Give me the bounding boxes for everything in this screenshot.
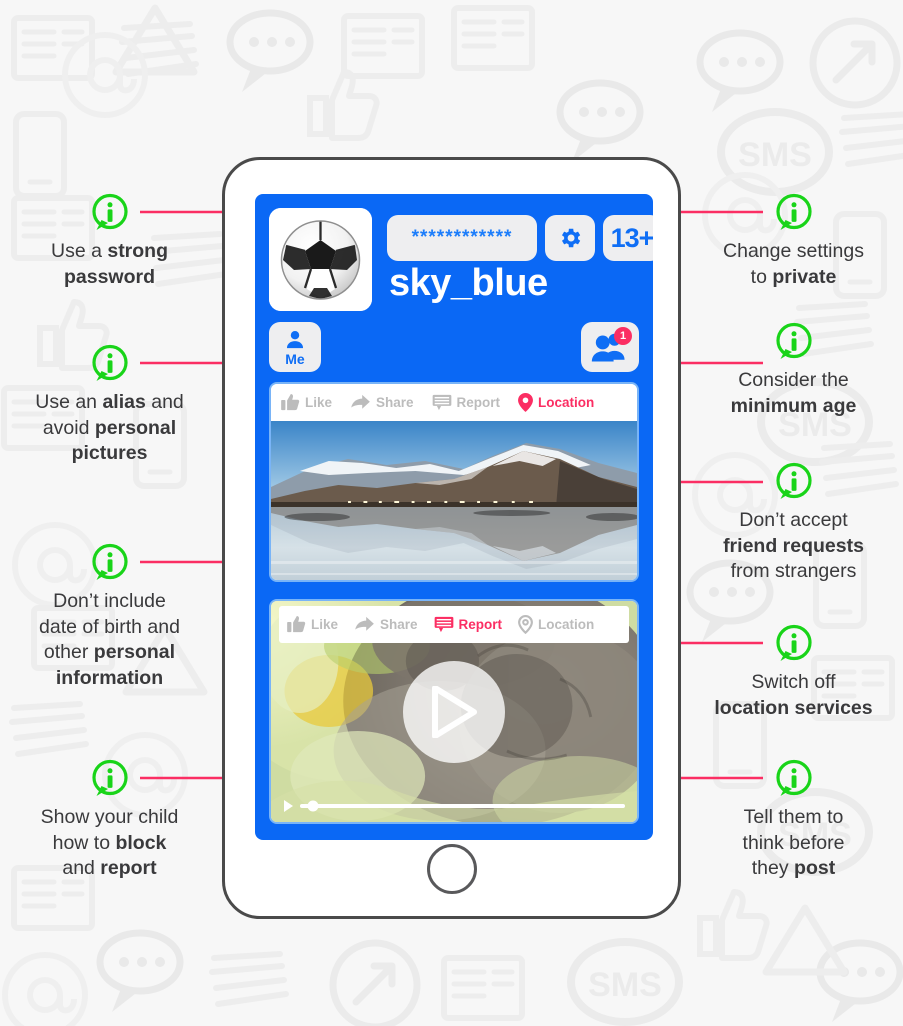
person-icon — [286, 330, 304, 349]
location-button[interactable]: Location — [518, 615, 594, 634]
tip-block-and-report: Show your child how to block and report — [2, 759, 217, 882]
tip-personal-information: Don’t include date of birth and other pers… — [2, 543, 217, 692]
report-button[interactable]: Report — [432, 394, 501, 411]
report-label: Report — [456, 395, 501, 410]
avatar[interactable] — [269, 208, 372, 311]
tip-think-before-post-text: Tell them to think before they post — [742, 806, 845, 880]
info-speech-bubble-icon — [91, 344, 128, 381]
app-screen: ************ 13+ sky_blue Me 1 Like Shar… — [255, 194, 653, 840]
me-button-label: Me — [285, 351, 305, 367]
location-label: Location — [538, 395, 595, 410]
info-speech-bubble-icon — [91, 193, 128, 230]
tip-strong-password: Use a strong password — [2, 193, 217, 290]
tip-minimum-age-text: Consider the minimum age — [730, 369, 857, 417]
like-button[interactable]: Like — [281, 394, 332, 411]
share-label: Share — [380, 617, 418, 632]
video-scrubber[interactable] — [283, 800, 625, 812]
post-video: Like Share Report Location — [269, 599, 639, 824]
report-flag-icon — [434, 616, 453, 633]
play-small-icon — [284, 800, 293, 812]
location-button[interactable]: Location — [518, 393, 594, 412]
tip-alias-text: Use an alias and avoid personal pictures — [35, 391, 184, 465]
tip-private-settings: Change settings to private — [686, 193, 901, 290]
info-speech-bubble-icon — [775, 624, 812, 661]
tip-location-services-text: Switch off location services — [714, 671, 873, 719]
kitten-video: Like Share Report Location — [271, 601, 637, 822]
profile-header: ************ 13+ sky_blue — [269, 208, 653, 311]
post-photo: Like Share Report Location — [269, 382, 639, 582]
tip-private-settings-text: Change settings to private — [723, 240, 864, 288]
soccer-ball-avatar-icon — [269, 208, 372, 311]
thumbs-up-icon — [287, 616, 306, 633]
tip-block-and-report-text: Show your child how to block and report — [40, 806, 179, 880]
report-flag-icon — [432, 394, 451, 411]
info-speech-bubble-icon — [775, 193, 812, 230]
location-pin-icon — [518, 615, 533, 634]
friend-request-count-badge: 1 — [614, 327, 632, 345]
tip-friend-requests: Don’t accept friend requests from stranger… — [686, 462, 901, 585]
report-label: Report — [458, 617, 503, 632]
share-button[interactable]: Share — [354, 616, 418, 633]
tip-think-before-post: Tell them to think before they post — [686, 759, 901, 882]
tip-strong-password-text: Use a strong password — [50, 240, 169, 288]
play-button[interactable] — [403, 660, 505, 763]
gear-icon — [561, 228, 581, 248]
age-rating-badge[interactable]: 13+ — [603, 215, 653, 261]
info-speech-bubble-icon — [775, 759, 812, 796]
info-speech-bubble-icon — [775, 462, 812, 499]
info-speech-bubble-icon — [91, 543, 128, 580]
mountain-lake-image — [271, 421, 637, 580]
tip-minimum-age: Consider the minimum age — [686, 322, 901, 419]
play-button-icon — [432, 685, 477, 738]
like-label: Like — [311, 617, 339, 632]
report-button[interactable]: Report — [434, 616, 503, 633]
me-button[interactable]: Me — [269, 322, 321, 372]
friend-requests-button[interactable]: 1 — [581, 322, 639, 372]
like-button[interactable]: Like — [287, 616, 338, 633]
share-arrow-icon — [355, 616, 374, 631]
settings-button[interactable] — [545, 215, 595, 261]
tip-location-services: Switch off location services — [686, 624, 901, 721]
mountain-lake-photo — [271, 421, 637, 580]
username-label: sky_blue — [389, 262, 548, 304]
location-pin-icon — [518, 393, 533, 412]
password-field[interactable]: ************ — [387, 215, 537, 261]
info-speech-bubble-icon — [91, 759, 128, 796]
thumbs-up-icon — [281, 394, 300, 411]
scrubber-handle[interactable] — [307, 800, 319, 812]
tip-alias: Use an alias and avoid personal pictures — [2, 344, 217, 467]
tablet-mockup: ************ 13+ sky_blue Me 1 Like Shar… — [222, 157, 681, 919]
location-label: Location — [538, 617, 595, 632]
home-button[interactable] — [426, 844, 477, 894]
tip-personal-information-text: Don’t include date of birth and other pers… — [39, 590, 180, 690]
share-button[interactable]: Share — [350, 394, 414, 411]
share-label: Share — [376, 395, 414, 410]
like-label: Like — [305, 395, 333, 410]
tip-friend-requests-text: Don’t accept friend requests from stranger… — [723, 509, 864, 583]
info-speech-bubble-icon — [775, 322, 812, 359]
scrubber-track[interactable] — [300, 800, 625, 812]
share-arrow-icon — [351, 394, 370, 409]
post-video-action-bar: Like Share Report Location — [279, 606, 629, 643]
post-photo-action-bar: Like Share Report Location — [271, 384, 637, 421]
